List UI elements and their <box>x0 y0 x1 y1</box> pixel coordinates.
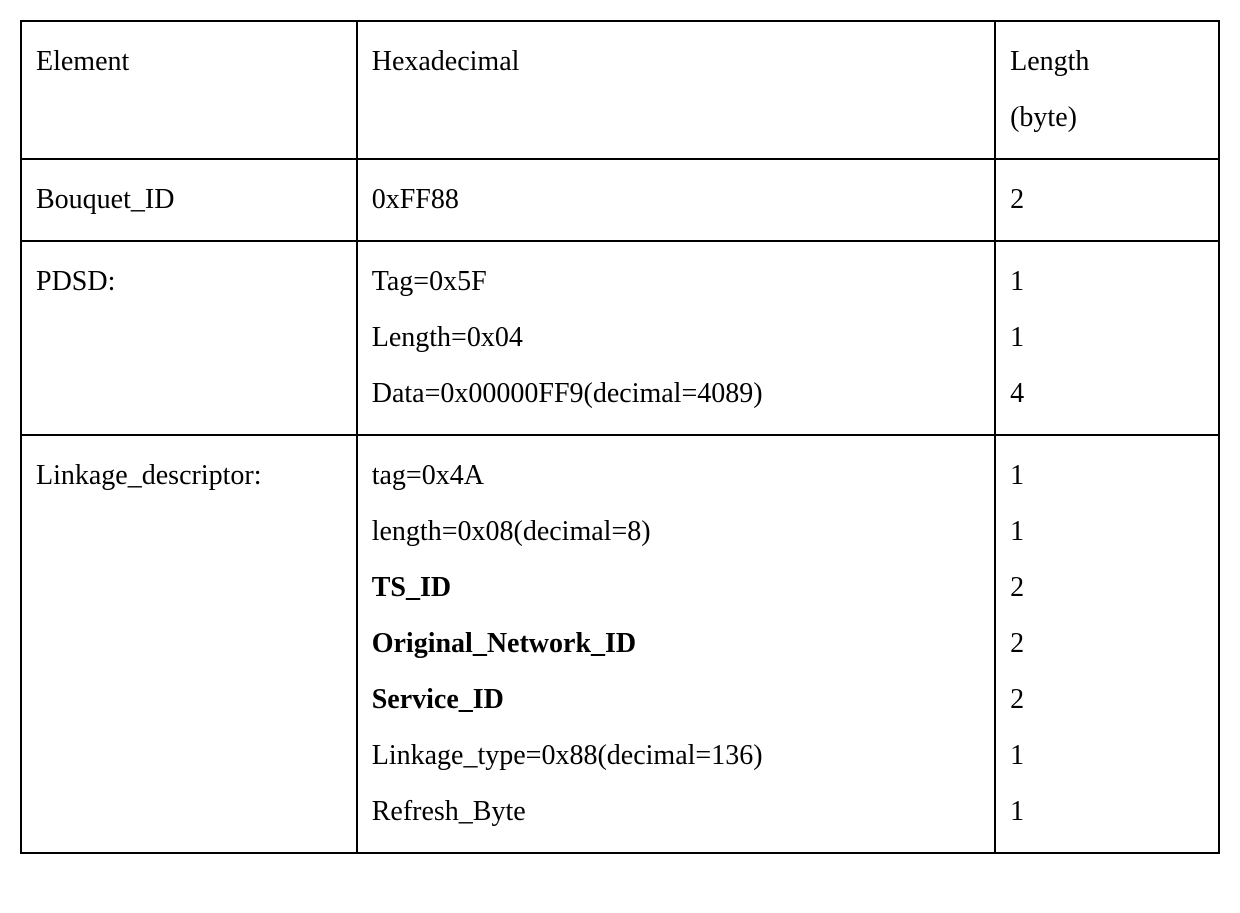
header-element: Element <box>21 21 357 159</box>
length-line: 1 <box>1010 784 1204 840</box>
hex-line: Length=0x04 <box>372 310 980 366</box>
cell-hex: tag=0x4A length=0x08(decimal=8) TS_ID Or… <box>357 435 995 853</box>
length-line: 2 <box>1010 172 1204 228</box>
hex-line: tag=0x4A <box>372 448 980 504</box>
table-row: Bouquet_ID 0xFF88 2 <box>21 159 1219 241</box>
hex-line: Refresh_Byte <box>372 784 980 840</box>
hex-line: Service_ID <box>372 672 980 728</box>
length-line: 1 <box>1010 504 1204 560</box>
hex-line: Tag=0x5F <box>372 254 980 310</box>
length-line: 1 <box>1010 254 1204 310</box>
header-length-line2: (byte) <box>1010 90 1204 146</box>
hex-line: length=0x08(decimal=8) <box>372 504 980 560</box>
hex-line: Linkage_type=0x88(decimal=136) <box>372 728 980 784</box>
header-length: Length (byte) <box>995 21 1219 159</box>
hex-line: Data=0x00000FF9(decimal=4089) <box>372 366 980 422</box>
header-hexadecimal: Hexadecimal <box>357 21 995 159</box>
length-line: 1 <box>1010 728 1204 784</box>
length-line: 2 <box>1010 672 1204 728</box>
hex-line: Original_Network_ID <box>372 616 980 672</box>
cell-length: 1 1 2 2 2 1 1 <box>995 435 1219 853</box>
header-length-line1: Length <box>1010 34 1204 90</box>
hex-line: 0xFF88 <box>372 172 980 228</box>
table-header-row: Element Hexadecimal Length (byte) <box>21 21 1219 159</box>
cell-element: Bouquet_ID <box>21 159 357 241</box>
length-line: 2 <box>1010 560 1204 616</box>
hex-line: TS_ID <box>372 560 980 616</box>
cell-length: 1 1 4 <box>995 241 1219 435</box>
descriptor-table: Element Hexadecimal Length (byte) Bouque… <box>20 20 1220 854</box>
cell-element: PDSD: <box>21 241 357 435</box>
cell-hex: 0xFF88 <box>357 159 995 241</box>
length-line: 4 <box>1010 366 1204 422</box>
cell-length: 2 <box>995 159 1219 241</box>
length-line: 1 <box>1010 448 1204 504</box>
table-row: Linkage_descriptor: tag=0x4A length=0x08… <box>21 435 1219 853</box>
length-line: 1 <box>1010 310 1204 366</box>
table-row: PDSD: Tag=0x5F Length=0x04 Data=0x00000F… <box>21 241 1219 435</box>
length-line: 2 <box>1010 616 1204 672</box>
cell-hex: Tag=0x5F Length=0x04 Data=0x00000FF9(dec… <box>357 241 995 435</box>
cell-element: Linkage_descriptor: <box>21 435 357 853</box>
